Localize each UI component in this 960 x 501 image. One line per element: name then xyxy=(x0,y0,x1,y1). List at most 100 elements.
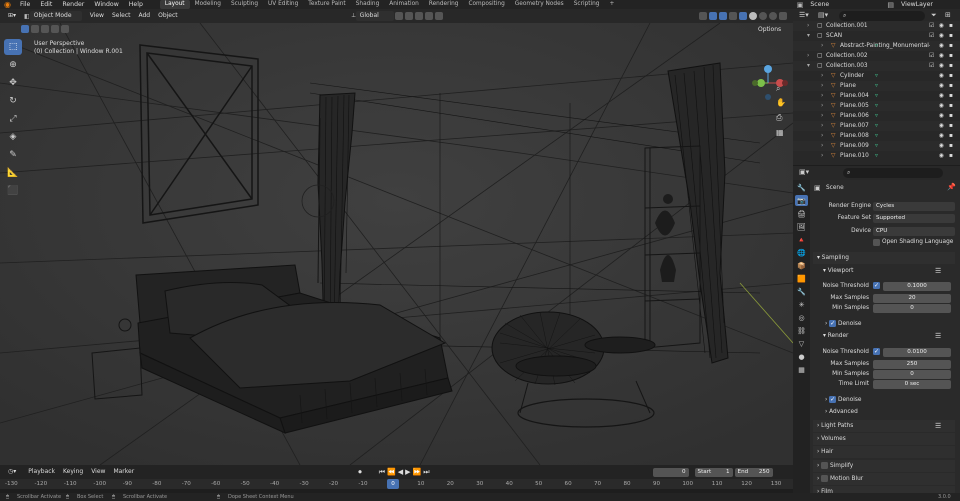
pivot-icon[interactable] xyxy=(394,12,403,20)
expand-arrow-icon[interactable]: › xyxy=(821,101,823,111)
prev-keyframe-icon[interactable]: ⏪ xyxy=(386,468,397,476)
render-tab-icon[interactable]: 📷 xyxy=(795,195,808,206)
camera-icon[interactable]: ▪ xyxy=(949,151,953,161)
select-intersect-icon[interactable] xyxy=(61,25,69,33)
eye-icon[interactable]: ◉ xyxy=(939,61,944,71)
render-engine-dropdown[interactable]: Cycles xyxy=(873,202,955,211)
wireframe-shading-icon[interactable] xyxy=(739,12,747,20)
mesh-data-icon[interactable]: ▿ xyxy=(875,121,878,131)
mesh-data-icon[interactable]: ▿ xyxy=(875,111,878,121)
menu-help[interactable]: Help xyxy=(124,0,148,9)
camera-icon[interactable]: ▪ xyxy=(949,91,953,101)
time-limit-field[interactable]: 0 sec xyxy=(873,380,951,389)
expand-arrow-icon[interactable]: ▾ xyxy=(807,31,810,41)
select-invert-icon[interactable] xyxy=(51,25,59,33)
outliner-row[interactable]: › ▽ Cylinder ▿ ◉ ▪ xyxy=(793,71,960,81)
outliner-display-mode-icon[interactable]: ▤▾ xyxy=(818,11,828,19)
object-tab-icon[interactable]: 🟧 xyxy=(795,273,808,284)
view-layer-tab-icon[interactable]: 🖼 xyxy=(795,221,808,232)
expand-arrow-icon[interactable]: › xyxy=(821,91,823,101)
expand-arrow-icon[interactable]: › xyxy=(821,41,823,51)
cursor-tool-icon[interactable]: ⊕ xyxy=(4,57,22,73)
data-tab-icon[interactable]: ▽ xyxy=(795,338,808,349)
exclude-checkbox-icon[interactable]: ☑ xyxy=(929,51,934,61)
expand-arrow-icon[interactable]: › xyxy=(821,141,823,151)
light-paths-panel[interactable]: › Light Paths xyxy=(813,420,955,432)
viewport-min-samples-field[interactable]: 0 xyxy=(873,304,951,313)
object-mode-dropdown[interactable]: Object Mode xyxy=(29,11,82,21)
filter-icon[interactable]: ⏷ xyxy=(931,11,937,20)
device-dropdown[interactable]: CPU xyxy=(873,227,955,236)
menu-render[interactable]: Render xyxy=(57,0,89,9)
outliner-row[interactable]: › ▽ Plane.009 ▿ ◉ ▪ xyxy=(793,141,960,151)
falloff-icon[interactable] xyxy=(434,12,443,20)
transform-orientation-dropdown[interactable]: Global xyxy=(355,11,394,21)
snap-target-icon[interactable] xyxy=(414,12,423,20)
timeline-menu-keying[interactable]: Keying xyxy=(59,467,87,477)
camera-icon[interactable]: ▪ xyxy=(949,101,953,111)
modifier-tab-icon[interactable]: 🔧 xyxy=(795,286,808,297)
viewport-menu-select[interactable]: Select xyxy=(108,11,135,21)
zoom-icon[interactable]: ⌕ xyxy=(776,84,780,94)
options-button[interactable]: Options xyxy=(758,26,781,33)
transform-tool-icon[interactable]: ◈ xyxy=(4,129,22,145)
scene-tab-icon[interactable]: 🔺 xyxy=(795,234,808,245)
camera-icon[interactable]: ▪ xyxy=(949,21,953,31)
camera-icon[interactable]: ▪ xyxy=(949,71,953,81)
camera-icon[interactable]: ▪ xyxy=(949,121,953,131)
simplify-checkbox[interactable] xyxy=(821,462,829,469)
timeline-menu-marker[interactable]: Marker xyxy=(109,467,138,477)
render-noise-threshold-checkbox[interactable]: ✓ xyxy=(873,348,880,355)
camera-view-icon[interactable]: ⎙ xyxy=(776,113,782,123)
timeline-menu-playback[interactable]: Playback xyxy=(24,467,59,477)
outliner-editor-icon[interactable]: ☰▾ xyxy=(799,11,809,19)
workspace-tab-rendering[interactable]: Rendering xyxy=(424,0,464,9)
workspace-tab-scripting[interactable]: Scripting xyxy=(569,0,605,9)
expand-arrow-icon[interactable]: › xyxy=(821,121,823,131)
outliner-row[interactable]: › ▽ Plane.005 ▿ ◉ ▪ xyxy=(793,101,960,111)
add-cube-tool-icon[interactable]: ⬛ xyxy=(4,183,22,199)
timeline-editor-icon[interactable]: ◷▾ xyxy=(4,467,20,477)
play-icon[interactable]: ▶ xyxy=(404,468,411,476)
eye-icon[interactable]: ◉ xyxy=(939,91,944,101)
osl-checkbox[interactable] xyxy=(873,239,880,246)
xray-icon[interactable] xyxy=(729,12,737,20)
record-icon[interactable]: ⏺ xyxy=(358,468,362,477)
view-layer-selector[interactable]: ViewLayer xyxy=(896,0,960,9)
rendered-shading-icon[interactable] xyxy=(769,12,777,20)
workspace-tab-texture-paint[interactable]: Texture Paint xyxy=(303,0,350,9)
eye-icon[interactable]: ◉ xyxy=(939,121,944,131)
eye-icon[interactable]: ◉ xyxy=(939,81,944,91)
workspace-tab-geometry-nodes[interactable]: Geometry Nodes xyxy=(510,0,569,9)
particles-tab-icon[interactable]: ✳ xyxy=(795,299,808,310)
expand-arrow-icon[interactable]: › xyxy=(807,51,809,61)
new-collection-icon[interactable]: ⊞ xyxy=(945,11,951,19)
select-subtract-icon[interactable] xyxy=(41,25,49,33)
camera-icon[interactable]: ▪ xyxy=(949,141,953,151)
expand-arrow-icon[interactable]: › xyxy=(821,151,823,161)
eye-icon[interactable]: ◉ xyxy=(939,131,944,141)
workspace-tab-animation[interactable]: Animation xyxy=(384,0,424,9)
rotate-tool-icon[interactable]: ↻ xyxy=(4,93,22,109)
eye-icon[interactable]: ◉ xyxy=(939,21,944,31)
menu-window[interactable]: Window xyxy=(89,0,123,9)
mesh-data-icon[interactable]: ▿ xyxy=(875,81,878,91)
render-noise-threshold-field[interactable]: 0.0100 xyxy=(883,348,951,357)
add-workspace-button[interactable]: + xyxy=(604,0,619,9)
world-tab-icon[interactable]: 🌐 xyxy=(795,247,808,258)
end-frame-field[interactable]: End 250 xyxy=(734,467,773,477)
render-denoise-subpanel[interactable]: › ✓ Denoise xyxy=(823,394,951,406)
workspace-tab-modeling[interactable]: Modeling xyxy=(190,0,226,9)
select-extend-icon[interactable] xyxy=(31,25,39,33)
camera-icon[interactable]: ▪ xyxy=(949,41,953,51)
menu-edit[interactable]: Edit xyxy=(35,0,57,9)
pin-icon[interactable]: 📌 xyxy=(947,183,956,191)
mesh-data-icon[interactable]: ▿ xyxy=(875,141,878,151)
outliner-row[interactable]: › ▽ Plane ▿ ◉ ▪ xyxy=(793,81,960,91)
render-min-samples-field[interactable]: 0 xyxy=(873,370,951,379)
eye-icon[interactable]: ◉ xyxy=(939,41,944,51)
render-presets-icon[interactable]: ☰ xyxy=(935,332,941,340)
play-reverse-icon[interactable]: ◀ xyxy=(397,468,404,476)
eye-icon[interactable]: ◉ xyxy=(939,141,944,151)
mesh-data-icon[interactable]: ▿ xyxy=(875,131,878,141)
